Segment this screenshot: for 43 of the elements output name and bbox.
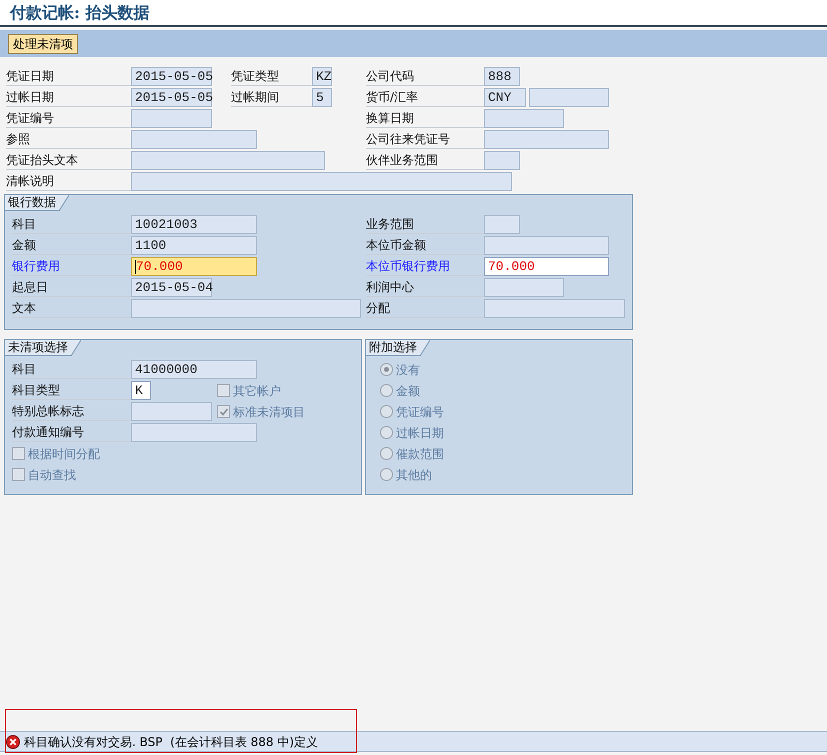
input-field[interactable] xyxy=(484,236,609,255)
input-field[interactable] xyxy=(484,109,564,128)
radio-label: 凭证编号 xyxy=(396,404,444,420)
input-field[interactable]: 70.000 xyxy=(484,257,609,276)
input-field[interactable]: 1100 xyxy=(131,236,257,255)
input-field[interactable] xyxy=(131,423,257,442)
input-field[interactable]: 10021003 xyxy=(131,215,257,234)
toolbar-button[interactable]: 处理未清项 xyxy=(8,34,78,54)
input-field[interactable] xyxy=(131,130,257,149)
input-field[interactable] xyxy=(484,130,609,149)
input-field[interactable] xyxy=(131,299,361,318)
input-field[interactable]: 2015-05-05 xyxy=(131,88,212,107)
input-field[interactable] xyxy=(484,215,520,234)
radio-label: 其他的 xyxy=(396,466,432,484)
radio-label: 催款范围 xyxy=(396,446,444,462)
input-field[interactable] xyxy=(484,278,564,297)
checkbox-label: 标准未清项目 xyxy=(233,404,305,420)
input-field[interactable]: 2015-05-04 xyxy=(131,278,212,297)
input-field[interactable]: 888 xyxy=(484,67,520,86)
input-field[interactable]: 41000000 xyxy=(131,360,257,379)
radio-label: 过帐日期 xyxy=(396,424,444,442)
checkbox-label: 根据时间分配 xyxy=(28,446,100,462)
input-field[interactable] xyxy=(529,88,609,107)
radio-label: 没有 xyxy=(396,362,420,378)
input-field[interactable]: K xyxy=(131,381,151,400)
checkbox-label: 其它帐户 xyxy=(233,382,281,400)
input-field[interactable] xyxy=(131,151,325,170)
status-message: 科目确认没有对交易. BSP (在会计科目表 888 中)定义 xyxy=(24,734,318,750)
input-field[interactable] xyxy=(484,151,520,170)
input-field[interactable]: CNY xyxy=(484,88,526,107)
input-field[interactable] xyxy=(131,172,512,191)
window-title: 付款记帐: 抬头数据 xyxy=(10,2,150,24)
check-icon xyxy=(218,406,228,416)
input-field[interactable]: 5 xyxy=(312,88,332,107)
input-field[interactable] xyxy=(484,299,625,318)
checkbox-label: 自动查找 xyxy=(28,466,76,484)
input-field[interactable]: KZ xyxy=(312,67,332,86)
input-field[interactable] xyxy=(131,109,212,128)
input-field[interactable] xyxy=(131,402,212,421)
input-field[interactable]: 2015-05-05 xyxy=(131,67,212,86)
input-field[interactable]: 70.000 xyxy=(131,257,257,276)
radio-label: 金额 xyxy=(396,382,420,400)
text-cursor-icon xyxy=(135,260,136,274)
